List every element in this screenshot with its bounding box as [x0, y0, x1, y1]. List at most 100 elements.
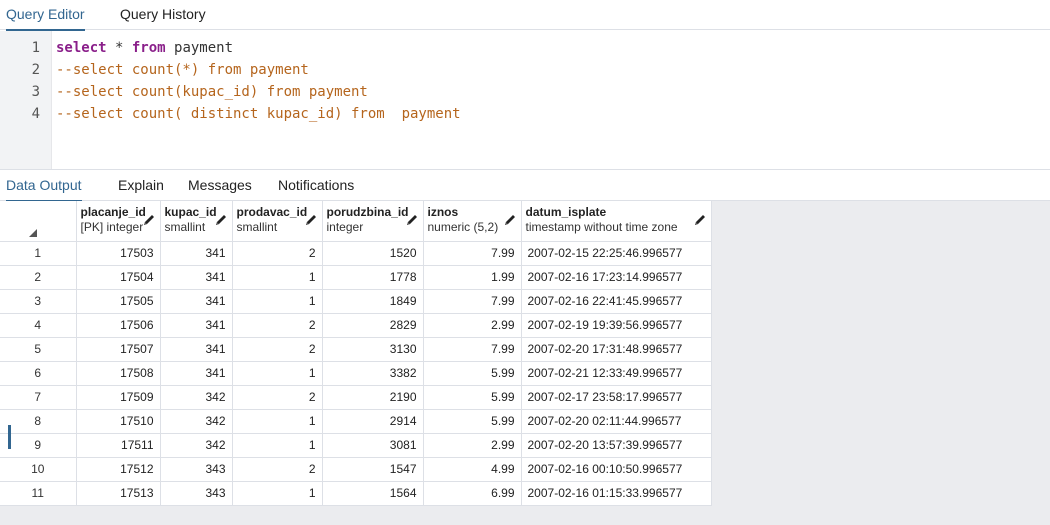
cell-kupac-id[interactable]: 342: [160, 433, 233, 458]
cell-placanje-id[interactable]: 17503: [76, 241, 161, 266]
cell-placanje-id[interactable]: 17509: [76, 385, 161, 410]
row-number[interactable]: 2: [0, 265, 77, 290]
cell-placanje-id[interactable]: 17506: [76, 313, 161, 338]
row-number[interactable]: 4: [0, 313, 77, 338]
cell-kupac-id[interactable]: 342: [160, 385, 233, 410]
cell-iznos[interactable]: 6.99: [423, 481, 522, 506]
cell-prodavac-id[interactable]: 1: [232, 409, 323, 434]
cell-porudzbina-id[interactable]: 2829: [322, 313, 424, 338]
cell-iznos[interactable]: 5.99: [423, 361, 522, 386]
tab-query-editor[interactable]: Query Editor: [6, 0, 85, 31]
code-line[interactable]: 1 select * from payment: [0, 37, 1050, 59]
cell-porudzbina-id[interactable]: 1564: [322, 481, 424, 506]
cell-porudzbina-id[interactable]: 1778: [322, 265, 424, 290]
cell-kupac-id[interactable]: 341: [160, 337, 233, 362]
code-line[interactable]: 4 --select count( distinct kupac_id) from…: [0, 103, 1050, 125]
code-line[interactable]: 2 --select count(*) from payment: [0, 59, 1050, 81]
table-row[interactable]: 9 17511 342 1 3081 2.99 2007-02-20 13:57:39.99…: [0, 433, 712, 458]
cell-kupac-id[interactable]: 341: [160, 241, 233, 266]
cell-datum-isplate[interactable]: 2007-02-16 00:10:50.996577: [521, 457, 712, 482]
row-number[interactable]: 1: [0, 241, 77, 266]
row-number[interactable]: 9: [0, 433, 77, 458]
column-header-porudzbina-id[interactable]: porudzbina_id integer: [322, 201, 424, 242]
table-row[interactable]: 3 17505 341 1 1849 7.99 2007-02-16 22:41:45.99…: [0, 289, 712, 314]
column-header-prodavac-id[interactable]: prodavac_id smallint: [232, 201, 323, 242]
cell-placanje-id[interactable]: 17504: [76, 265, 161, 290]
cell-datum-isplate[interactable]: 2007-02-16 17:23:14.996577: [521, 265, 712, 290]
cell-porudzbina-id[interactable]: 1849: [322, 289, 424, 314]
cell-prodavac-id[interactable]: 2: [232, 337, 323, 362]
cell-prodavac-id[interactable]: 2: [232, 457, 323, 482]
row-number[interactable]: 11: [0, 481, 77, 506]
cell-porudzbina-id[interactable]: 3130: [322, 337, 424, 362]
tab-explain[interactable]: Explain: [118, 170, 164, 201]
select-all-corner[interactable]: [0, 201, 77, 242]
row-number[interactable]: 6: [0, 361, 77, 386]
cell-datum-isplate[interactable]: 2007-02-15 22:25:46.996577: [521, 241, 712, 266]
table-row[interactable]: 2 17504 341 1 1778 1.99 2007-02-16 17:23:14.99…: [0, 265, 712, 290]
cell-datum-isplate[interactable]: 2007-02-20 17:31:48.996577: [521, 337, 712, 362]
cell-prodavac-id[interactable]: 1: [232, 289, 323, 314]
cell-kupac-id[interactable]: 341: [160, 289, 233, 314]
cell-datum-isplate[interactable]: 2007-02-16 01:15:33.996577: [521, 481, 712, 506]
cell-datum-isplate[interactable]: 2007-02-19 19:39:56.996577: [521, 313, 712, 338]
cell-iznos[interactable]: 7.99: [423, 241, 522, 266]
cell-kupac-id[interactable]: 341: [160, 361, 233, 386]
cell-porudzbina-id[interactable]: 2190: [322, 385, 424, 410]
table-row[interactable]: 5 17507 341 2 3130 7.99 2007-02-20 17:31:48.99…: [0, 337, 712, 362]
tab-messages[interactable]: Messages: [188, 170, 252, 201]
cell-datum-isplate[interactable]: 2007-02-20 13:57:39.996577: [521, 433, 712, 458]
cell-placanje-id[interactable]: 17511: [76, 433, 161, 458]
tab-query-history[interactable]: Query History: [120, 0, 206, 30]
cell-porudzbina-id[interactable]: 3081: [322, 433, 424, 458]
cell-prodavac-id[interactable]: 1: [232, 361, 323, 386]
cell-placanje-id[interactable]: 17508: [76, 361, 161, 386]
cell-datum-isplate[interactable]: 2007-02-17 23:58:17.996577: [521, 385, 712, 410]
cell-kupac-id[interactable]: 341: [160, 265, 233, 290]
cell-porudzbina-id[interactable]: 3382: [322, 361, 424, 386]
table-row[interactable]: 10 17512 343 2 1547 4.99 2007-02-16 00:10:50.9…: [0, 457, 712, 482]
cell-kupac-id[interactable]: 341: [160, 313, 233, 338]
row-number[interactable]: 8: [0, 409, 77, 434]
cell-placanje-id[interactable]: 17505: [76, 289, 161, 314]
cell-datum-isplate[interactable]: 2007-02-21 12:33:49.996577: [521, 361, 712, 386]
cell-prodavac-id[interactable]: 2: [232, 241, 323, 266]
table-row[interactable]: 4 17506 341 2 2829 2.99 2007-02-19 19:39:56.99…: [0, 313, 712, 338]
cell-porudzbina-id[interactable]: 2914: [322, 409, 424, 434]
cell-iznos[interactable]: 5.99: [423, 385, 522, 410]
cell-porudzbina-id[interactable]: 1520: [322, 241, 424, 266]
tab-data-output[interactable]: Data Output: [6, 170, 82, 202]
table-row[interactable]: 1 17503 341 2 1520 7.99 2007-02-15 22:25:46.99…: [0, 241, 712, 266]
cell-iznos[interactable]: 7.99: [423, 289, 522, 314]
cell-datum-isplate[interactable]: 2007-02-20 02:11:44.996577: [521, 409, 712, 434]
data-output-grid[interactable]: placanje_id [PK] integer kupac_id smallint p…: [0, 201, 1050, 525]
row-number[interactable]: 10: [0, 457, 77, 482]
table-row[interactable]: 7 17509 342 2 2190 5.99 2007-02-17 23:58:17.99…: [0, 385, 712, 410]
cell-prodavac-id[interactable]: 2: [232, 313, 323, 338]
cell-prodavac-id[interactable]: 2: [232, 385, 323, 410]
row-number[interactable]: 5: [0, 337, 77, 362]
row-number[interactable]: 7: [0, 385, 77, 410]
cell-placanje-id[interactable]: 17507: [76, 337, 161, 362]
table-row[interactable]: 8 17510 342 1 2914 5.99 2007-02-20 02:11:44.99…: [0, 409, 712, 434]
cell-placanje-id[interactable]: 17512: [76, 457, 161, 482]
cell-iznos[interactable]: 2.99: [423, 433, 522, 458]
column-header-datum-isplate[interactable]: datum_isplate timestamp without time zone: [521, 201, 712, 242]
cell-placanje-id[interactable]: 17513: [76, 481, 161, 506]
table-row[interactable]: 6 17508 341 1 3382 5.99 2007-02-21 12:33:49.99…: [0, 361, 712, 386]
row-number[interactable]: 3: [0, 289, 77, 314]
column-header-iznos[interactable]: iznos numeric (5,2): [423, 201, 522, 242]
cell-iznos[interactable]: 7.99: [423, 337, 522, 362]
cell-kupac-id[interactable]: 343: [160, 457, 233, 482]
cell-porudzbina-id[interactable]: 1547: [322, 457, 424, 482]
sql-editor[interactable]: 1 select * from payment 2 --select count(*)…: [0, 31, 1050, 169]
cell-kupac-id[interactable]: 343: [160, 481, 233, 506]
table-row[interactable]: 11 17513 343 1 1564 6.99 2007-02-16 01:15:33.9…: [0, 481, 712, 506]
tab-notifications[interactable]: Notifications: [278, 170, 354, 201]
column-header-kupac-id[interactable]: kupac_id smallint: [160, 201, 233, 242]
cell-prodavac-id[interactable]: 1: [232, 433, 323, 458]
column-header-placanje-id[interactable]: placanje_id [PK] integer: [76, 201, 161, 242]
cell-prodavac-id[interactable]: 1: [232, 265, 323, 290]
cell-iznos[interactable]: 2.99: [423, 313, 522, 338]
cell-iznos[interactable]: 5.99: [423, 409, 522, 434]
